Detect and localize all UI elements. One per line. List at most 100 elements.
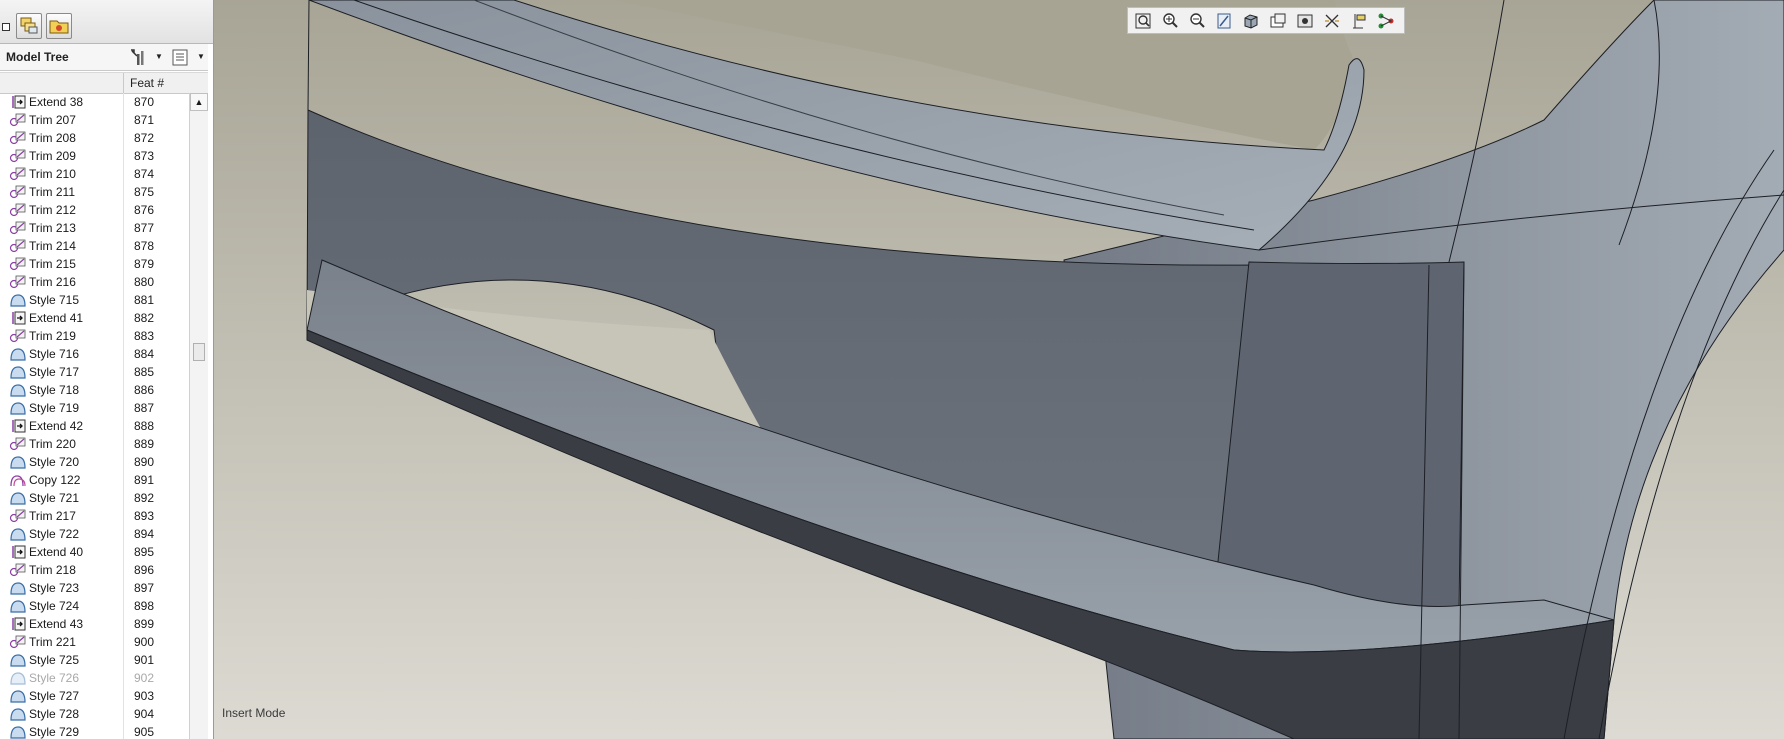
- feature-number: 872: [134, 131, 155, 145]
- folder-tab-button[interactable]: [46, 13, 72, 39]
- view-manager-icon[interactable]: [1294, 11, 1316, 31]
- feature-number: 885: [134, 365, 155, 379]
- trim-icon: [9, 149, 27, 163]
- car-bumper-model[interactable]: [214, 0, 1784, 739]
- style-icon: [9, 491, 27, 505]
- tree-row[interactable]: Trim 211 875: [0, 183, 190, 201]
- feature-name: Style 716: [29, 347, 80, 361]
- tree-row[interactable]: Style 728 904: [0, 705, 190, 723]
- graphics-viewport[interactable]: Insert Mode: [214, 0, 1784, 739]
- zoom-out-icon[interactable]: [1186, 11, 1208, 31]
- tree-row[interactable]: Trim 215 879: [0, 255, 190, 273]
- annotation-display-icon[interactable]: [1348, 11, 1370, 31]
- feature-name: Style 719: [29, 401, 80, 415]
- tree-row[interactable]: Style 715 881: [0, 291, 190, 309]
- trim-icon: [9, 275, 27, 289]
- extend-icon: [9, 419, 27, 433]
- settings-tools-icon[interactable]: [128, 47, 148, 67]
- extend-icon: [9, 95, 27, 109]
- feature-number: 901: [134, 653, 155, 667]
- feature-name: Style 727: [29, 689, 80, 703]
- tree-row[interactable]: Style 719 887: [0, 399, 190, 417]
- tree-row[interactable]: Style 725 901: [0, 651, 190, 669]
- feature-number: 899: [134, 617, 155, 631]
- tree-row[interactable]: Style 716 884: [0, 345, 190, 363]
- tree-row[interactable]: Style 727 903: [0, 687, 190, 705]
- feature-number: 902: [134, 671, 155, 685]
- tree-row[interactable]: Extend 43 899: [0, 615, 190, 633]
- extend-icon: [9, 617, 27, 631]
- repaint-icon[interactable]: [1213, 11, 1235, 31]
- tree-row[interactable]: Style 723 897: [0, 579, 190, 597]
- zoom-in-icon[interactable]: [1159, 11, 1181, 31]
- tree-row[interactable]: Style 717 885: [0, 363, 190, 381]
- feature-number: 878: [134, 239, 155, 253]
- feature-number: 889: [134, 437, 155, 451]
- feature-number: 879: [134, 257, 155, 271]
- feat-number-column-header[interactable]: Feat #: [130, 76, 164, 90]
- tree-row[interactable]: Trim 214 878: [0, 237, 190, 255]
- tree-row[interactable]: Trim 220 889: [0, 435, 190, 453]
- feature-name: Trim 212: [29, 203, 76, 217]
- copy-icon: [9, 473, 27, 487]
- style-icon: [9, 527, 27, 541]
- tree-row[interactable]: Trim 210 874: [0, 165, 190, 183]
- tree-row[interactable]: Trim 219 883: [0, 327, 190, 345]
- bumper-corner-panel: [1213, 261, 1465, 611]
- tree-row[interactable]: Trim 218 896: [0, 561, 190, 579]
- tree-row[interactable]: Style 729 905: [0, 723, 190, 739]
- feature-name: Style 729: [29, 725, 80, 739]
- tree-row[interactable]: Trim 217 893: [0, 507, 190, 525]
- feature-number: 898: [134, 599, 155, 613]
- tree-row[interactable]: Style 726 902: [0, 669, 190, 687]
- tree-row[interactable]: Copy 122 891: [0, 471, 190, 489]
- spin-center-icon[interactable]: [1375, 11, 1397, 31]
- saved-views-icon[interactable]: [1267, 11, 1289, 31]
- tree-display-icon[interactable]: [170, 47, 190, 67]
- style-icon: [9, 383, 27, 397]
- tree-row[interactable]: Style 718 886: [0, 381, 190, 399]
- tree-row[interactable]: Trim 216 880: [0, 273, 190, 291]
- feature-number: 886: [134, 383, 155, 397]
- tree-row[interactable]: Trim 212 876: [0, 201, 190, 219]
- feature-number: 882: [134, 311, 155, 325]
- feature-name: Style 724: [29, 599, 80, 613]
- scroll-up-button[interactable]: ▲: [190, 93, 208, 111]
- scroll-thumb[interactable]: [193, 343, 205, 361]
- tree-row[interactable]: Trim 213 877: [0, 219, 190, 237]
- tree-row[interactable]: Extend 41 882: [0, 309, 190, 327]
- settings-dropdown-icon[interactable]: ▼: [155, 52, 163, 61]
- layers-tab-button[interactable]: [16, 13, 42, 39]
- tree-row[interactable]: Style 721 892: [0, 489, 190, 507]
- tree-row[interactable]: Style 724 898: [0, 597, 190, 615]
- tree-display-dropdown-icon[interactable]: ▼: [197, 52, 205, 61]
- trim-icon: [9, 563, 27, 577]
- feature-number: 881: [134, 293, 155, 307]
- trim-icon: [9, 437, 27, 451]
- column-divider[interactable]: [123, 73, 124, 93]
- tree-row[interactable]: Trim 209 873: [0, 147, 190, 165]
- feature-number: 888: [134, 419, 155, 433]
- tree-scrollbar[interactable]: ▲: [189, 93, 208, 739]
- feature-name: Style 728: [29, 707, 80, 721]
- panel-collapse-handle[interactable]: [2, 23, 10, 31]
- display-style-icon[interactable]: [1240, 11, 1262, 31]
- tree-row[interactable]: Style 720 890: [0, 453, 190, 471]
- tree-row[interactable]: Trim 207 871: [0, 111, 190, 129]
- feature-name: Style 726: [29, 671, 80, 685]
- feature-name: Style 722: [29, 527, 80, 541]
- tree-row[interactable]: Extend 42 888: [0, 417, 190, 435]
- trim-icon: [9, 221, 27, 235]
- feature-name: Style 718: [29, 383, 80, 397]
- tree-row[interactable]: Extend 38 870: [0, 93, 190, 111]
- trim-icon: [9, 167, 27, 181]
- feature-name: Trim 209: [29, 149, 76, 163]
- feature-name: Trim 214: [29, 239, 76, 253]
- tree-row[interactable]: Trim 208 872: [0, 129, 190, 147]
- tree-row[interactable]: Trim 221 900: [0, 633, 190, 651]
- feature-name: Extend 41: [29, 311, 84, 325]
- tree-row[interactable]: Style 722 894: [0, 525, 190, 543]
- tree-row[interactable]: Extend 40 895: [0, 543, 190, 561]
- datum-display-icon[interactable]: [1321, 11, 1343, 31]
- zoom-fit-icon[interactable]: [1132, 11, 1154, 31]
